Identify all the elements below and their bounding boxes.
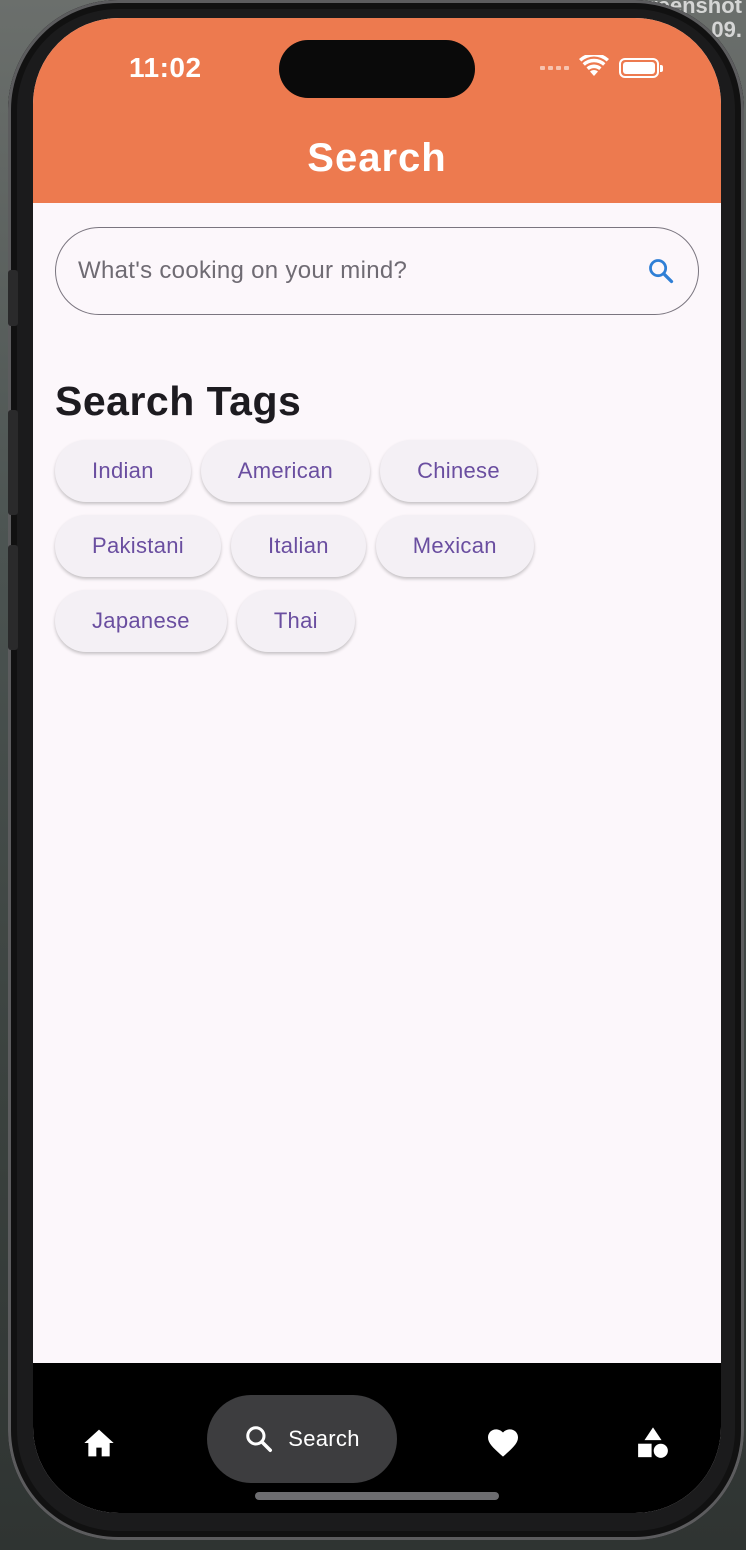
- tag-chip-pakistani[interactable]: Pakistani: [55, 515, 221, 577]
- nav-search-button[interactable]: Search: [207, 1395, 397, 1483]
- wifi-icon: [579, 52, 609, 82]
- search-icon: [246, 1426, 273, 1452]
- cellular-signal-icon: [540, 66, 569, 70]
- home-indicator[interactable]: [255, 1492, 499, 1500]
- search-input[interactable]: [76, 256, 646, 286]
- tag-chip-chinese[interactable]: Chinese: [380, 440, 537, 502]
- nav-favorites-button[interactable]: [481, 1421, 525, 1465]
- bottom-navigation-bar: Search: [33, 1363, 721, 1513]
- tag-chip-thai[interactable]: Thai: [236, 590, 355, 652]
- status-icons: [540, 52, 663, 82]
- volume-up-button: [8, 410, 18, 515]
- volume-down-button: [8, 545, 18, 650]
- nav-search-label: Search: [288, 1426, 360, 1451]
- tag-chip-indian[interactable]: Indian: [55, 440, 191, 502]
- search-field[interactable]: [55, 227, 699, 315]
- battery-icon: [619, 58, 663, 78]
- shapes-icon: [638, 1427, 668, 1458]
- tag-chip-mexican[interactable]: Mexican: [375, 515, 534, 577]
- nav-categories-button[interactable]: [631, 1421, 675, 1465]
- tag-chip-japanese[interactable]: Japanese: [55, 590, 227, 652]
- mute-switch: [8, 270, 18, 326]
- nav-home-button[interactable]: [77, 1421, 121, 1465]
- dynamic-island: [279, 40, 475, 98]
- home-icon: [84, 1429, 114, 1457]
- page-title: Search: [307, 136, 447, 180]
- app-bar: 11:02 Search: [33, 18, 721, 203]
- search-tags-list: Indian American Chinese Pakistani Italia…: [55, 440, 615, 652]
- search-icon[interactable]: [646, 256, 676, 286]
- tag-chip-italian[interactable]: Italian: [230, 515, 366, 577]
- app-screen: 11:02 Search What's cooking on your mind…: [33, 18, 721, 1513]
- heart-icon: [488, 1429, 518, 1457]
- search-tags-heading: Search Tags: [55, 378, 302, 424]
- status-time: 11:02: [129, 52, 202, 83]
- tag-chip-american[interactable]: American: [200, 440, 371, 502]
